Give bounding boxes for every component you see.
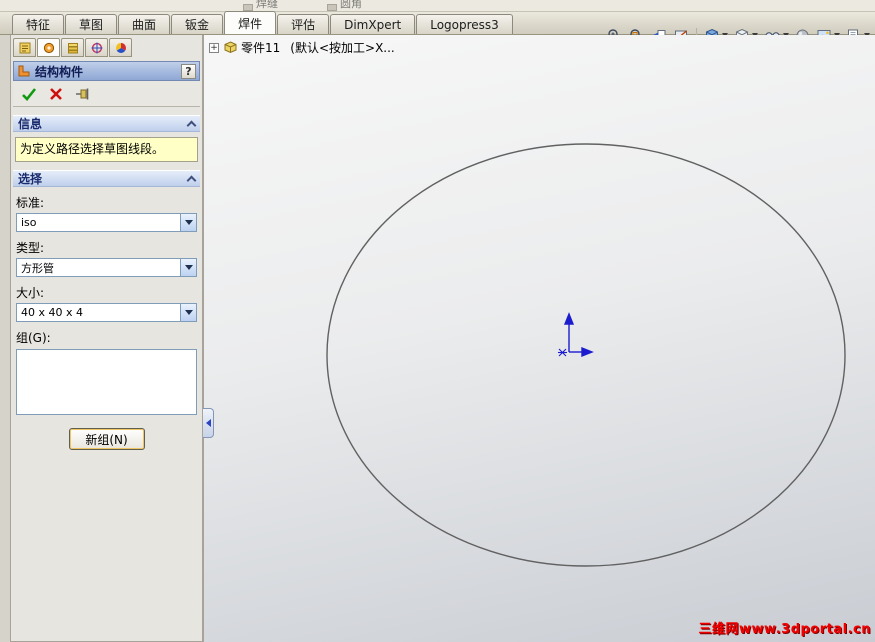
fillet-icon [327,4,337,11]
size-value: 40 x 40 x 4 [21,306,83,320]
standard-combobox[interactable]: iso [16,213,197,233]
chevron-down-icon [184,220,193,226]
tree-expand-toggle[interactable]: + [209,42,219,53]
fillet-button[interactable]: 圆角 [327,0,362,11]
groups-listbox[interactable] [16,349,197,416]
tab-surfaces[interactable]: 曲面 [118,14,171,34]
feature-tree-flyout: + 零件11 (默认<按加工>X... [209,39,395,56]
sketch-circle[interactable] [204,35,875,642]
fillet-label: 圆角 [340,0,362,10]
size-dropdown-button[interactable] [180,304,196,322]
part-icon [223,41,238,54]
manager-panel-tabs [13,38,202,57]
configuration-manager-tab[interactable] [61,38,84,57]
weld-bead-icon [243,4,253,11]
type-combobox[interactable]: 方形管 [16,258,197,278]
message-section-label: 信息 [18,117,43,131]
property-manager-title: 结构构件 [35,64,84,79]
property-manager-titlebar: 结构构件 ? [13,61,200,81]
command-manager-tab-bar: 特征 草图 曲面 钣金 焊件 评估 DimXpert Logopress3 [0,11,875,42]
weld-bead-button[interactable]: 焊缝 [243,0,278,11]
property-manager-icon [43,42,54,53]
configuration-text: (默认<按加工>X... [290,41,395,55]
panel-collapse-handle[interactable] [203,408,214,438]
feature-manager-tab[interactable] [13,38,36,57]
chevron-left-icon [205,419,211,427]
graphics-viewport[interactable]: + 零件11 (默认<按加工>X... 三维网www.3dportal.cn [203,35,875,642]
message-box: 为定义路径选择草图线段。 [15,137,198,163]
feature-manager-icon [19,42,30,53]
chevron-down-icon [184,310,193,316]
size-combobox[interactable]: 40 x 40 x 4 [16,303,197,323]
selection-section-label: 选择 [18,172,43,187]
size-label: 大小: [16,286,45,301]
standard-dropdown-button[interactable] [180,214,196,232]
configuration-manager-icon [67,42,78,53]
tab-dimxpert[interactable]: DimXpert [330,14,416,34]
help-button[interactable]: ? [181,63,196,79]
chevron-down-icon [184,265,193,271]
tab-sheet-metal[interactable]: 钣金 [171,14,224,34]
part-name[interactable]: 零件11 [241,39,280,56]
tab-logopress3[interactable]: Logopress3 [416,14,513,34]
solidworks-window: 焊缝 圆角 特征 草图 曲面 钣金 焊件 评估 DimXpert Logopre… [0,0,875,642]
property-manager-panel: 结构构件 ? 信息 为定义路径选择草图线段。 选择 标准: iso 类型: 方形… [10,35,203,642]
property-manager-tab[interactable] [37,38,60,57]
display-manager-icon [115,42,126,53]
standard-label: 标准: [16,196,45,211]
message-section-header[interactable]: 信息 [13,115,200,132]
origin-triad [558,312,594,358]
selection-section-header[interactable]: 选择 [13,170,200,188]
tab-evaluate[interactable]: 评估 [277,14,330,34]
display-manager-tab[interactable] [109,38,132,57]
dimxpert-manager-icon [91,42,102,53]
tab-weldments[interactable]: 焊件 [224,11,277,34]
property-manager-actions [13,81,200,107]
groups-label: 组(G): [16,331,51,346]
weld-bead-label: 焊缝 [256,0,278,10]
tab-sketch[interactable]: 草图 [65,14,118,34]
type-dropdown-button[interactable] [180,259,196,277]
type-value: 方形管 [21,261,54,275]
collapse-chevron-icon [186,120,197,131]
structural-member-icon [18,65,30,77]
tab-features[interactable]: 特征 [12,14,65,34]
dimxpert-manager-tab[interactable] [85,38,108,57]
watermark-text: 三维网www.3dportal.cn [698,622,871,637]
ok-button[interactable] [21,87,37,101]
command-tabs: 特征 草图 曲面 钣金 焊件 评估 DimXpert Logopress3 [12,11,514,34]
type-label: 类型: [16,241,45,256]
collapse-chevron-icon [186,175,197,186]
standard-value: iso [21,216,37,230]
keep-visible-pin-icon[interactable] [75,87,90,101]
new-group-button[interactable]: 新组(N) [68,428,145,451]
cancel-button[interactable] [49,87,63,101]
